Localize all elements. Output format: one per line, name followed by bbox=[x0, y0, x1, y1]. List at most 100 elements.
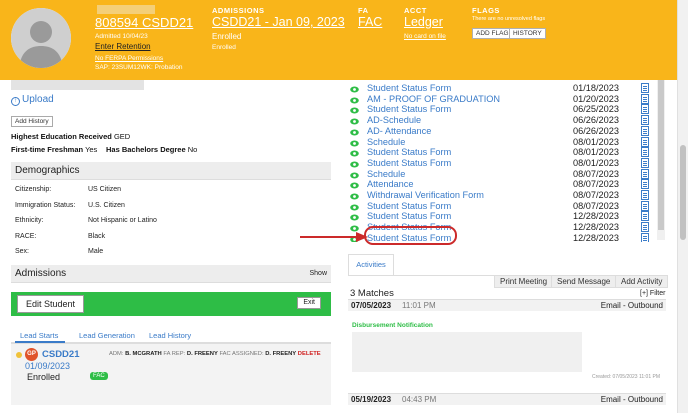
first-time-value: Yes bbox=[85, 145, 98, 154]
pdf-icon[interactable] bbox=[641, 136, 649, 147]
activity-time: 11:01 PM bbox=[402, 301, 436, 310]
redacted-name bbox=[97, 5, 155, 14]
pdf-icon[interactable] bbox=[641, 232, 649, 242]
view-eye-icon[interactable] bbox=[350, 128, 359, 136]
pdf-icon[interactable] bbox=[641, 83, 649, 93]
form-link[interactable]: AD- Attendance bbox=[367, 126, 431, 137]
filter-toggle[interactable]: [+] Filter bbox=[640, 290, 665, 297]
form-link[interactable]: Schedule bbox=[367, 169, 405, 180]
activity-item-body: Disbursement Notification Created: 07/05… bbox=[348, 314, 666, 386]
fa-link[interactable]: FAC bbox=[358, 15, 382, 29]
pdf-icon[interactable] bbox=[641, 222, 649, 233]
form-date: 12/28/2023 bbox=[573, 232, 619, 242]
pdf-icon[interactable] bbox=[641, 168, 649, 179]
activity-type: Email - Outbound bbox=[600, 395, 663, 404]
page-scrollbar[interactable] bbox=[677, 0, 688, 413]
activity-item-header[interactable]: 07/05/2023 11:01 PM Email - Outbound bbox=[348, 299, 666, 311]
pdf-icon[interactable] bbox=[641, 157, 649, 168]
activity-item-header[interactable]: 05/19/2023 04:43 PM Email - Outbound bbox=[348, 393, 666, 405]
adm-value: B. MCGRATH bbox=[125, 351, 162, 357]
form-date: 06/26/2023 bbox=[573, 125, 619, 136]
activity-title: Disbursement Notification bbox=[352, 322, 433, 329]
ledger-link[interactable]: Ledger bbox=[404, 15, 443, 29]
form-link[interactable]: Attendance bbox=[367, 179, 414, 190]
pdf-icon[interactable] bbox=[641, 190, 649, 200]
form-link[interactable]: Student Status Form bbox=[367, 211, 451, 222]
redacted-content bbox=[352, 332, 582, 372]
form-link[interactable]: Student Status Form bbox=[367, 83, 451, 94]
exit-button[interactable]: Exit bbox=[297, 297, 321, 309]
pdf-icon[interactable] bbox=[641, 125, 649, 136]
admissions-status: Enrolled bbox=[212, 32, 242, 41]
view-eye-icon[interactable] bbox=[350, 96, 359, 104]
form-link[interactable]: Student Status Form bbox=[367, 147, 451, 158]
view-eye-icon[interactable] bbox=[350, 160, 359, 168]
flags-message: There are no unresolved flags bbox=[472, 16, 546, 22]
tab-lead-generation[interactable]: Lead Generation bbox=[79, 331, 135, 340]
add-flag-button[interactable]: ADD FLAG bbox=[472, 28, 513, 39]
fac-badge: FAC bbox=[90, 372, 108, 380]
form-date: 01/18/2023 bbox=[573, 83, 619, 93]
form-date: 08/07/2023 bbox=[573, 168, 619, 179]
student-header: 808594 CSDD21 Admitted 10/04/23 Enter Re… bbox=[0, 0, 688, 80]
view-eye-icon[interactable] bbox=[350, 171, 359, 179]
view-eye-icon[interactable] bbox=[350, 139, 359, 146]
form-row: Student Status Form 12/28/2023 bbox=[345, 211, 663, 222]
tab-activities[interactable]: Activities bbox=[348, 254, 394, 276]
admissions-link[interactable]: CSDD21 - Jan 09, 2023 bbox=[212, 15, 345, 29]
view-eye-icon[interactable] bbox=[350, 85, 359, 93]
lead-code-link[interactable]: CSDD21 bbox=[42, 349, 80, 360]
tab-lead-history[interactable]: Lead History bbox=[149, 331, 191, 340]
send-message-button[interactable]: Send Message bbox=[551, 275, 617, 288]
form-link[interactable]: Student Status Form bbox=[367, 158, 451, 169]
card-link[interactable]: No card on file bbox=[404, 33, 446, 40]
print-meeting-button[interactable]: Print Meeting bbox=[494, 275, 554, 288]
form-link[interactable]: AD-Schedule bbox=[367, 115, 421, 126]
student-id-link[interactable]: 808594 CSDD21 bbox=[95, 15, 193, 30]
add-history-button[interactable]: Add History bbox=[11, 116, 53, 127]
view-eye-icon[interactable] bbox=[350, 213, 359, 221]
form-link[interactable]: Student Status Form bbox=[367, 104, 451, 115]
view-eye-icon[interactable] bbox=[350, 149, 359, 157]
tab-lead-starts[interactable]: Lead Starts bbox=[20, 331, 58, 340]
pdf-icon[interactable] bbox=[641, 115, 649, 126]
form-link[interactable]: AM - PROOF OF GRADUATION bbox=[367, 94, 500, 105]
enter-retention-link[interactable]: Enter Retention bbox=[95, 42, 151, 51]
lead-date-link[interactable]: 01/09/2023 bbox=[25, 361, 70, 371]
pdf-icon[interactable] bbox=[641, 104, 649, 115]
activity-type: Email - Outbound bbox=[600, 301, 663, 310]
pdf-icon[interactable] bbox=[641, 200, 649, 211]
upload-link[interactable]: ↑ Upload bbox=[11, 94, 54, 106]
demographics-value: U.S. Citizen bbox=[88, 202, 125, 209]
view-eye-icon[interactable] bbox=[350, 203, 359, 211]
forms-scroll-thumb[interactable] bbox=[658, 80, 664, 230]
sap-status: SAP: 23SUM12WK: Probation bbox=[95, 64, 183, 71]
delete-link[interactable]: DELETE bbox=[298, 351, 321, 357]
add-activity-button[interactable]: Add Activity bbox=[615, 275, 669, 288]
form-link[interactable]: Schedule bbox=[367, 137, 405, 148]
pdf-icon[interactable] bbox=[641, 211, 649, 222]
flags-label: FLAGS bbox=[472, 6, 500, 15]
history-button[interactable]: HISTORY bbox=[509, 28, 546, 39]
form-link[interactable]: Student Status Form bbox=[367, 201, 451, 212]
view-eye-icon[interactable] bbox=[350, 192, 359, 200]
view-eye-icon[interactable] bbox=[350, 117, 359, 125]
activity-created: Created: 07/05/2023 11:01 PM bbox=[591, 374, 660, 380]
view-eye-icon[interactable] bbox=[350, 181, 359, 189]
edit-student-button[interactable]: Edit Student bbox=[17, 295, 85, 313]
highest-education-label: Highest Education Received bbox=[11, 132, 112, 141]
pdf-icon[interactable] bbox=[641, 147, 649, 158]
highest-education-value: GED bbox=[113, 132, 131, 141]
forms-scrollbar[interactable] bbox=[657, 80, 665, 240]
admissions-show-toggle[interactable]: Show bbox=[309, 265, 327, 283]
pdf-icon[interactable] bbox=[641, 93, 649, 104]
page-scroll-thumb[interactable] bbox=[680, 145, 686, 240]
form-row: Schedule 08/07/2023 bbox=[345, 168, 663, 180]
admissions-header[interactable]: Admissions Show bbox=[11, 265, 331, 283]
ferpa-link[interactable]: No FERPA Permissions bbox=[95, 55, 163, 62]
form-link[interactable]: Withdrawal Verification Form bbox=[367, 190, 484, 201]
admissions-title: Admissions bbox=[15, 268, 67, 279]
view-eye-icon[interactable] bbox=[350, 106, 359, 114]
form-date: 01/20/2023 bbox=[573, 93, 619, 104]
pdf-icon[interactable] bbox=[641, 179, 649, 190]
